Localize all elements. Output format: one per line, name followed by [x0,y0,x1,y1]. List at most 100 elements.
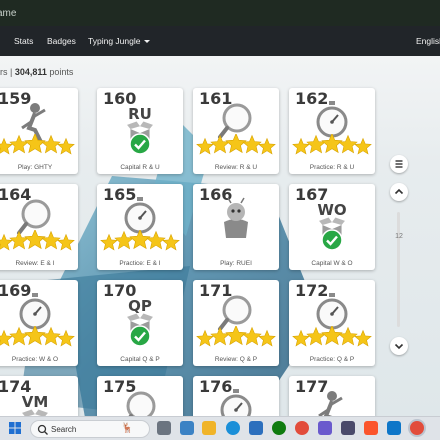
scroll-track[interactable] [397,212,400,327]
lesson-card[interactable]: 165 Practice: E & I [97,184,183,270]
lesson-caption: Play: RUEI [220,260,252,267]
app-icon[interactable] [318,421,332,435]
lesson-caption: Practice: W & O [11,356,59,363]
hamburger-icon [395,160,403,168]
star-rating [100,230,180,251]
chevron-up-icon [394,188,404,195]
nav-typing-jungle-dropdown[interactable]: Typing Jungle [88,36,151,46]
lesson-card[interactable]: 162 Practice: R & U [289,88,375,174]
nav-stats[interactable]: Stats [14,36,33,46]
chevron-down-icon [394,343,404,350]
star-rating [0,326,75,347]
star-icon [321,134,343,154]
lesson-card[interactable]: 159 Play: GHTY [0,88,78,174]
points-label: points [49,67,74,77]
star-icon [57,233,75,251]
xbox-icon[interactable] [272,421,286,435]
lesson-caption: Capital W & O [311,260,353,267]
star-icon [24,326,46,346]
star-icon [41,230,61,250]
menu-button[interactable] [390,155,408,173]
star-icon [338,134,358,154]
lesson-card[interactable]: 172 Practice: Q & P [289,280,375,366]
lesson-card[interactable]: 177 [289,376,375,416]
star-icon [354,137,372,155]
lesson-card[interactable]: 160 RU Capital R & U [97,88,183,174]
chrome-icon[interactable] [295,421,309,435]
lesson-card[interactable]: 174 VM [0,376,78,416]
page-indicator: 12 [395,233,403,240]
star-icon [225,134,247,154]
lesson-card[interactable]: 167 WO Capital W & O [289,184,375,270]
search-highlight-icon: 🦌 [121,423,134,434]
star-icon [210,326,230,346]
search-placeholder: Search [51,425,77,434]
app-icon[interactable] [341,421,355,435]
star-icon [196,329,214,347]
points-summary: rs | 304,811 points [0,67,74,77]
task-view-icon[interactable] [157,421,171,435]
widgets-icon[interactable] [180,421,194,435]
star-icon [354,329,372,347]
star-rating [0,230,75,251]
star-icon [0,233,13,251]
vscode-icon[interactable] [387,421,401,435]
lesson-caption: Practice: R & U [309,164,355,171]
search-icon [37,424,48,435]
lesson-caption: Review: R & U [214,164,258,171]
lesson-card[interactable]: 170 QP Capital Q & P [97,280,183,366]
star-rating [292,326,372,347]
window-title: ame [0,8,17,19]
star-rating [292,134,372,155]
lesson-caption: Play: GHTY [17,164,53,171]
star-rating [0,134,75,155]
language-selector[interactable]: English [416,36,440,46]
star-icon [114,230,134,250]
scroll-up-button[interactable] [390,183,408,201]
scroll-down-button[interactable] [390,337,408,355]
star-icon [9,326,29,346]
lesson-card[interactable]: 161 Review: R & U [193,88,279,174]
check-circle-icon [129,325,151,347]
check-circle-icon [129,133,151,155]
taskbar-search[interactable]: Search 🦌 [30,420,150,438]
star-icon [162,233,180,251]
brave-icon[interactable] [364,421,378,435]
windows-start-icon[interactable] [8,421,22,435]
lesson-card[interactable]: 169 Practice: W & O [0,280,78,366]
open-box-icon [22,409,48,416]
star-icon [24,134,46,154]
lesson-card[interactable]: 171 Review: Q & P [193,280,279,366]
star-icon [258,329,276,347]
lesson-caption: Review: Q & P [214,356,258,363]
nav-badges[interactable]: Badges [47,36,76,46]
chrome-icon[interactable] [410,421,424,435]
lesson-card[interactable]: 166 Play: RUEI [193,184,279,270]
store-icon[interactable] [249,421,263,435]
lesson-card[interactable]: 164 Review: E & I [0,184,78,270]
magnifier-icon [126,391,156,416]
star-icon [258,137,276,155]
star-icon [292,137,310,155]
star-icon [210,134,230,154]
lesson-card[interactable]: 176 [193,376,279,416]
star-icon [41,326,61,346]
star-icon [0,137,13,155]
star-icon [57,137,75,155]
trophy-figure-icon [318,391,343,416]
lesson-card[interactable]: 175 [97,376,183,416]
star-icon [242,134,262,154]
main-content: rs | 304,811 points 159 Play: GHTY 160 RU Ca… [0,56,440,416]
lesson-caption: Review: E & I [15,260,55,267]
star-icon [57,329,75,347]
lesson-caption: Practice: Q & P [309,356,355,363]
file-explorer-icon[interactable] [202,421,216,435]
edge-browser-icon[interactable] [226,421,240,435]
star-icon [242,326,262,346]
lesson-caption: Capital Q & P [120,356,160,363]
star-rating [196,134,276,155]
lesson-caption: Practice: E & I [119,260,161,267]
star-icon [292,329,310,347]
star-icon [146,230,166,250]
taskbar: Search 🦌 [0,416,440,440]
